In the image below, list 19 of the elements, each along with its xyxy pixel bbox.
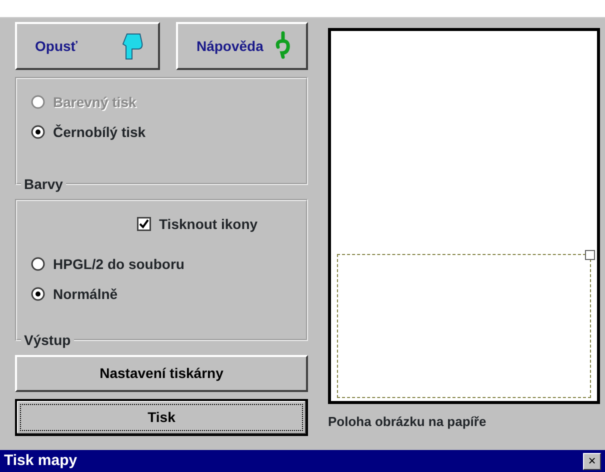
checkbox-label: Tisknout ikony (159, 214, 258, 234)
radio-label: Barevný tisk (53, 92, 136, 112)
exit-button[interactable]: Opusť (15, 22, 160, 70)
help-button[interactable]: Nápověda (176, 22, 308, 70)
radio-button[interactable] (31, 287, 45, 301)
radio-button[interactable] (31, 125, 45, 139)
radio-label: Normálně (53, 284, 118, 304)
preview-label: Poloha obrázku na papíře (328, 413, 488, 431)
radio-label: Černobílý tisk (53, 122, 146, 142)
checkbox[interactable] (137, 217, 151, 231)
radio-label: HPGL/2 do souboru (53, 254, 184, 274)
window-title: Tisk mapy (4, 450, 78, 471)
printer-setup-button[interactable]: Nastavení tiskárny (15, 355, 308, 392)
close-button[interactable]: × (583, 452, 601, 470)
resize-handle[interactable] (585, 250, 595, 260)
print-button[interactable]: Tisk (15, 399, 308, 436)
hand-icon (120, 31, 144, 61)
radio-button[interactable] (31, 257, 45, 271)
question-mark-icon (274, 31, 292, 61)
